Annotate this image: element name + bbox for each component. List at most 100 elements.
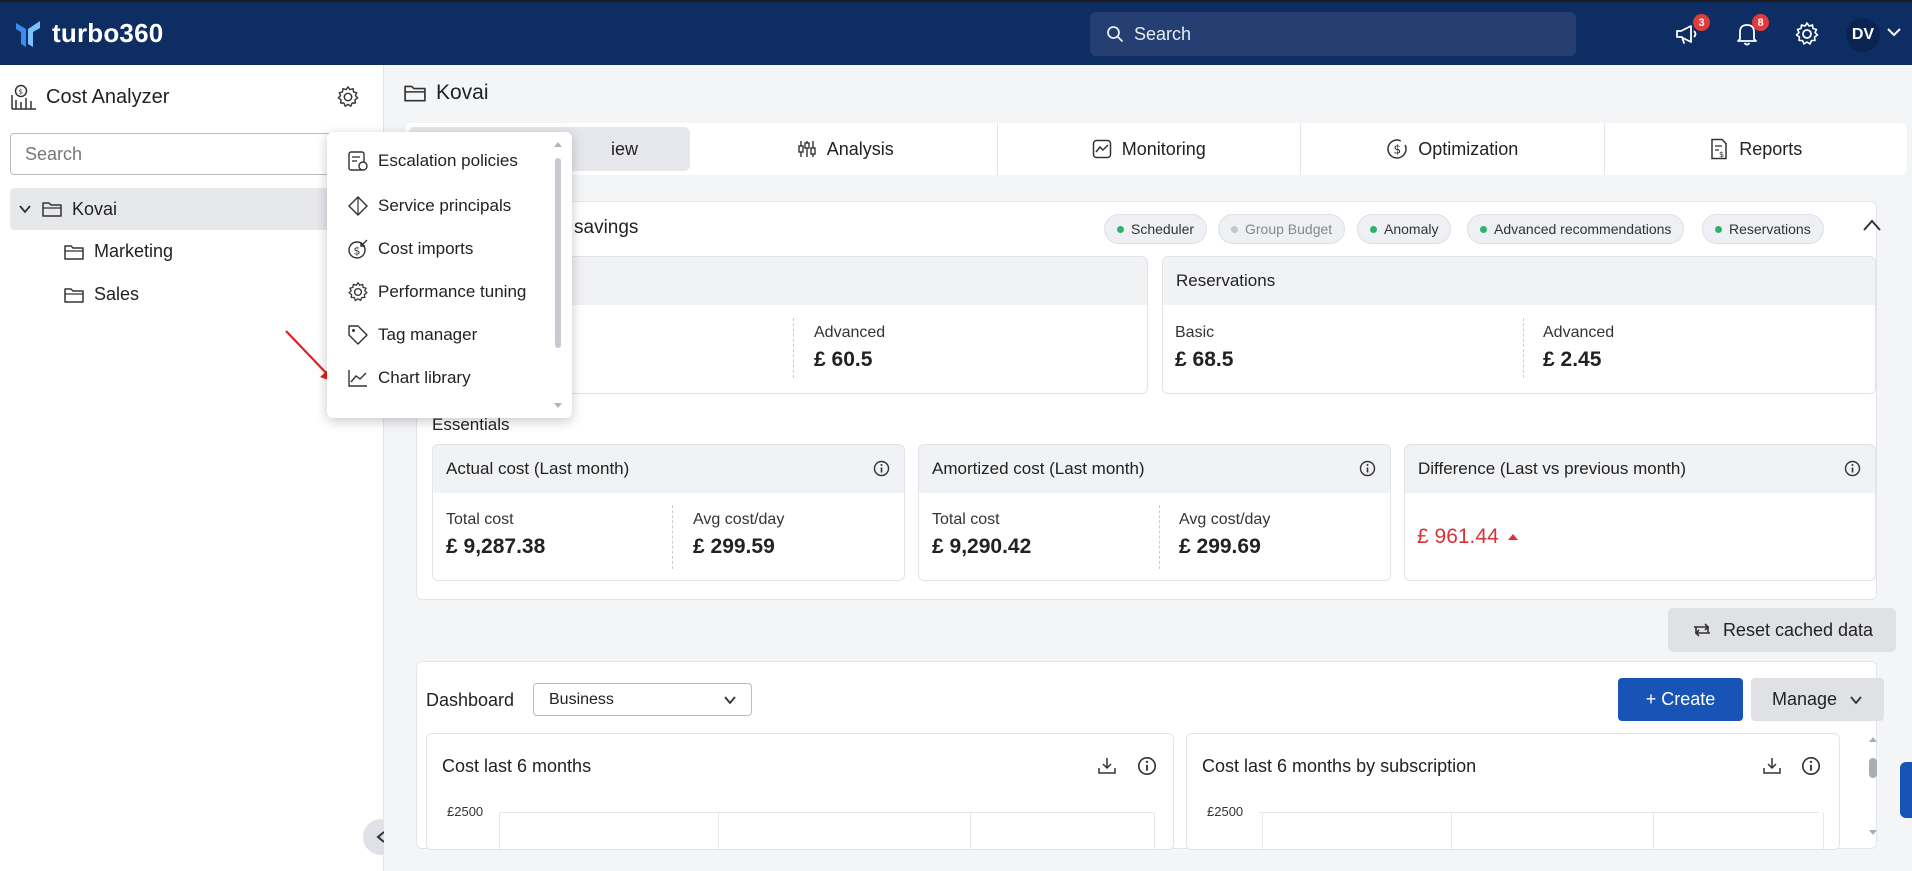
chip-reservations[interactable]: Reservations	[1702, 214, 1824, 244]
info-icon[interactable]	[1137, 756, 1157, 776]
info-icon[interactable]	[873, 460, 890, 477]
menu-item-performance-tuning[interactable]: Performance tuning	[347, 281, 526, 303]
menu-item-cost-imports[interactable]: $ Cost imports	[347, 238, 473, 260]
reset-cached-data-button[interactable]: Reset cached data	[1668, 608, 1896, 652]
chip-anomaly[interactable]: Anomaly	[1357, 214, 1452, 244]
escalation-policy-icon	[348, 151, 368, 171]
chip-label: Group Budget	[1245, 221, 1333, 237]
chevron-down-icon[interactable]	[18, 202, 32, 216]
info-icon[interactable]	[1844, 460, 1861, 477]
tab-analysis[interactable]: Analysis	[694, 123, 998, 175]
sidebar-search-input[interactable]: Search	[10, 133, 374, 175]
chart-card-cost-by-subscription: Cost last 6 months by subscription £2500	[1186, 733, 1840, 850]
announcements-button[interactable]: 3	[1672, 14, 1710, 50]
folder-icon	[42, 202, 62, 217]
notifications-button[interactable]: 8	[1731, 14, 1769, 50]
scrollbar-thumb[interactable]	[555, 158, 561, 348]
tag-icon	[348, 325, 368, 345]
metric-label: Basic	[1175, 324, 1215, 341]
divider	[672, 505, 673, 569]
metric-value: £ 9,287.38	[446, 535, 546, 558]
svg-text:$: $	[354, 245, 361, 258]
announcements-badge: 3	[1693, 14, 1710, 31]
chip-advanced-recommendations[interactable]: Advanced recommendations	[1467, 214, 1685, 244]
caret-up-icon	[1507, 534, 1518, 540]
metric-label: Advanced	[814, 324, 886, 341]
sidebar-settings-gear-icon[interactable]	[336, 85, 360, 109]
chevron-down-icon[interactable]	[553, 402, 563, 410]
chart-title: Cost last 6 months	[442, 756, 592, 776]
folder-icon	[64, 244, 84, 260]
status-dot	[1480, 225, 1487, 233]
tree-item-kovai[interactable]: Kovai	[10, 188, 378, 230]
gridline	[499, 812, 500, 849]
settings-button[interactable]	[1791, 18, 1823, 50]
tab-label: Monitoring	[1121, 138, 1206, 159]
tree-item-sales[interactable]: Sales	[64, 284, 139, 305]
tree-item-marketing[interactable]: Marketing	[64, 241, 173, 262]
gear-icon	[348, 282, 368, 302]
tab-monitoring[interactable]: Monitoring	[998, 123, 1301, 175]
global-search[interactable]: Search	[1090, 12, 1576, 56]
user-avatar[interactable]: DV	[1846, 18, 1880, 52]
folder-icon	[404, 85, 426, 102]
menu-item-service-principals[interactable]: Service principals	[347, 195, 511, 217]
dashboard-scrollbar[interactable]	[1866, 734, 1880, 840]
y-tick-label: £2500	[447, 804, 484, 819]
card-header: Amortized cost (Last month)	[919, 445, 1390, 493]
chip-label: Reservations	[1729, 221, 1811, 237]
metric-value: £ 9,290.42	[932, 535, 1032, 558]
chevron-down-icon[interactable]	[1867, 828, 1879, 838]
side-drawer-tab[interactable]	[1900, 762, 1912, 818]
tab-label: iew	[610, 138, 638, 159]
amortized-total-metric: Total cost £ 9,290.42	[932, 511, 1031, 559]
gridline	[1262, 812, 1263, 849]
menu-scrollbar[interactable]	[553, 140, 563, 410]
download-icon[interactable]	[1097, 756, 1117, 776]
scrollbar-thumb[interactable]	[1869, 758, 1877, 778]
metric-value: £ 299.69	[1179, 535, 1261, 558]
create-button[interactable]: + Create	[1618, 678, 1743, 721]
actual-avg-metric: Avg cost/day £ 299.59	[693, 511, 784, 559]
download-icon[interactable]	[1762, 756, 1782, 776]
info-icon[interactable]	[1801, 756, 1821, 776]
brand-logo[interactable]: turbo360	[14, 18, 163, 49]
brand-name: turbo360	[52, 18, 164, 48]
chevron-up-icon[interactable]	[1862, 218, 1882, 232]
metric-label: Avg cost/day	[693, 511, 785, 528]
info-icon[interactable]	[1359, 460, 1376, 477]
tab-optimization[interactable]: $ Optimization	[1301, 123, 1605, 175]
metric-value: £ 68.5	[1175, 348, 1234, 371]
divider	[1523, 318, 1524, 378]
chip-scheduler[interactable]: Scheduler	[1104, 214, 1208, 244]
svg-text:$: $	[19, 88, 23, 96]
menu-item-escalation-policies[interactable]: Escalation policies	[347, 150, 518, 172]
chevron-up-icon[interactable]	[1867, 734, 1879, 744]
dashboard-label: Dashboard	[426, 690, 515, 710]
chip-group-budget[interactable]: Group Budget	[1218, 214, 1346, 244]
refresh-icon	[1693, 623, 1710, 637]
metric-value: £ 2.45	[1543, 348, 1602, 371]
sidebar-header: $ Cost Analyzer	[10, 83, 169, 111]
dashboard-select[interactable]: Business	[533, 683, 752, 716]
divider	[793, 318, 794, 378]
menu-item-chart-library[interactable]: Chart library	[347, 367, 471, 389]
tree-item-label: Sales	[94, 284, 140, 304]
tab-label: Analysis	[826, 138, 894, 159]
metric-label: Total cost	[932, 511, 1000, 528]
menu-item-tag-manager[interactable]: Tag manager	[347, 324, 477, 346]
menu-item-label: Performance tuning	[378, 282, 527, 301]
turbo360-logo-icon	[16, 20, 40, 47]
tab-label: Optimization	[1418, 138, 1519, 159]
menu-item-label: Chart library	[378, 368, 471, 387]
chevron-down-icon[interactable]	[1886, 24, 1902, 40]
status-dot	[1117, 225, 1124, 233]
menu-item-label: Cost imports	[378, 239, 474, 258]
tab-reports[interactable]: $ Reports	[1605, 123, 1908, 175]
difference-value: £ 961.44	[1417, 525, 1519, 549]
manage-button[interactable]: Manage	[1751, 678, 1884, 721]
card-header: Difference (Last vs previous month)	[1405, 445, 1875, 493]
settings-dropdown-menu: Escalation policies Service principals $…	[327, 132, 572, 418]
gridline	[718, 812, 719, 849]
chevron-up-icon[interactable]	[553, 140, 563, 148]
